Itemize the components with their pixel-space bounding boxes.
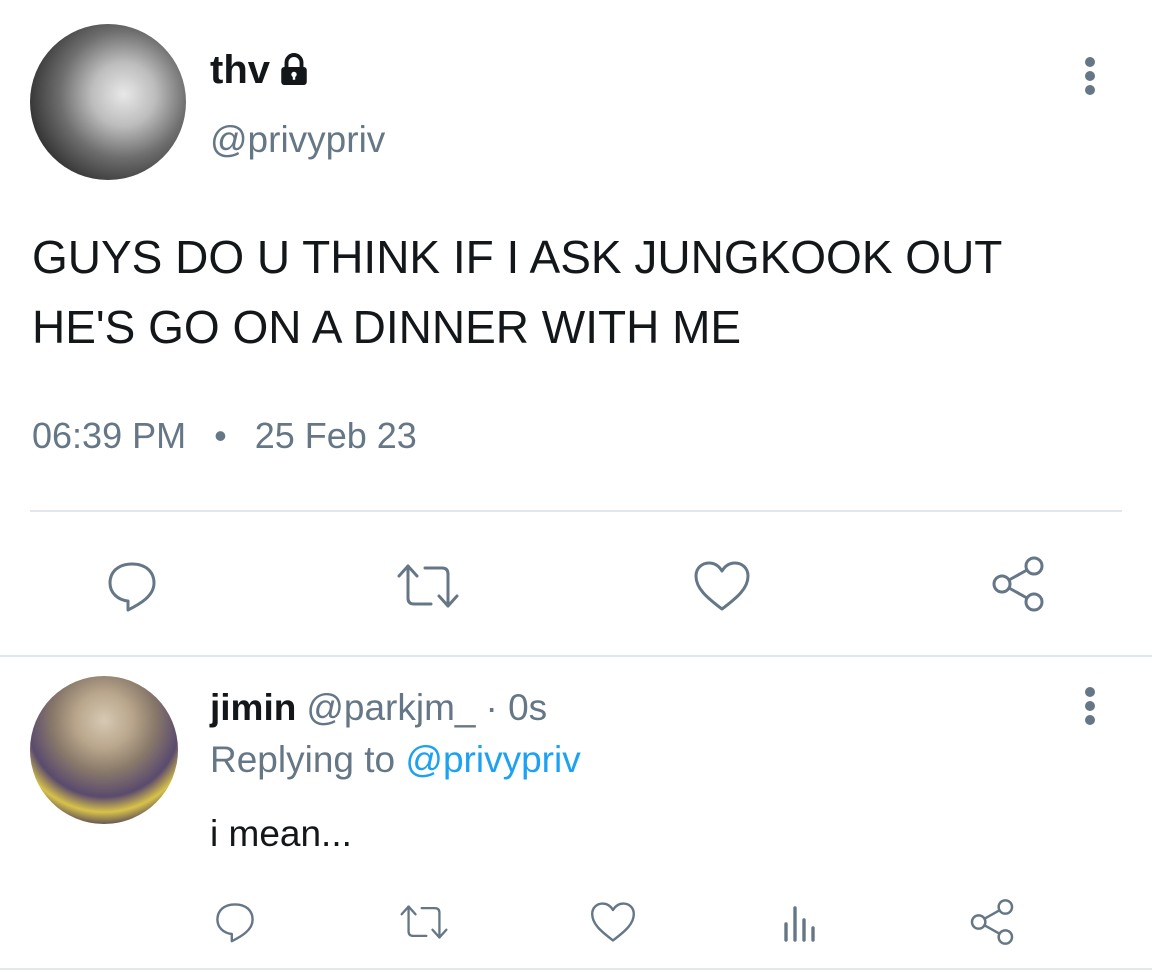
reply-header: jimin @parkjm_ · 0s: [210, 686, 547, 730]
reply-button[interactable]: [100, 556, 164, 616]
retweet-button[interactable]: [393, 558, 463, 614]
reply-icon: [108, 562, 156, 612]
share-icon: [992, 556, 1044, 612]
tweet-meta: 06:39 PM • 25 Feb 23: [32, 414, 417, 458]
author-name[interactable]: thv: [210, 48, 312, 92]
reply-button[interactable]: [210, 898, 260, 946]
like-icon: [591, 902, 635, 942]
like-icon: [694, 561, 750, 611]
meta-separator: •: [214, 415, 227, 456]
analytics-button[interactable]: [778, 898, 822, 946]
avatar[interactable]: [30, 24, 186, 180]
more-options-icon[interactable]: [1070, 54, 1110, 98]
display-name[interactable]: jimin: [210, 686, 296, 730]
like-button[interactable]: [588, 898, 638, 946]
author-handle[interactable]: @parkjm_: [306, 686, 475, 730]
mention-link[interactable]: @privypriv: [405, 739, 580, 780]
author-handle[interactable]: @privypriv: [210, 118, 385, 162]
divider: [0, 968, 1152, 970]
share-button[interactable]: [966, 896, 1018, 948]
lock-icon: [276, 52, 312, 88]
more-options-icon[interactable]: [1070, 684, 1110, 728]
replying-prefix: Replying to: [210, 739, 396, 780]
tweet-date: 25 Feb 23: [254, 415, 417, 456]
retweet-button[interactable]: [396, 900, 452, 944]
share-icon: [970, 899, 1014, 945]
tweet-text: GUYS DO U THINK IF I ASK JUNGKOOK OUT HE…: [32, 231, 1003, 353]
reply-time: · 0s: [485, 687, 548, 728]
share-button[interactable]: [986, 552, 1050, 616]
divider: [0, 655, 1152, 657]
tweet-time: 06:39 PM: [32, 415, 187, 456]
retweet-icon: [397, 564, 459, 608]
reply-text: i mean...: [210, 813, 352, 854]
like-button[interactable]: [690, 556, 754, 616]
analytics-icon: [784, 906, 815, 942]
retweet-icon: [400, 905, 448, 939]
replying-to: Replying to @privypriv: [210, 738, 581, 782]
avatar[interactable]: [30, 676, 178, 824]
display-name: thv: [210, 48, 270, 92]
divider: [30, 510, 1122, 512]
reply-icon: [216, 903, 254, 943]
